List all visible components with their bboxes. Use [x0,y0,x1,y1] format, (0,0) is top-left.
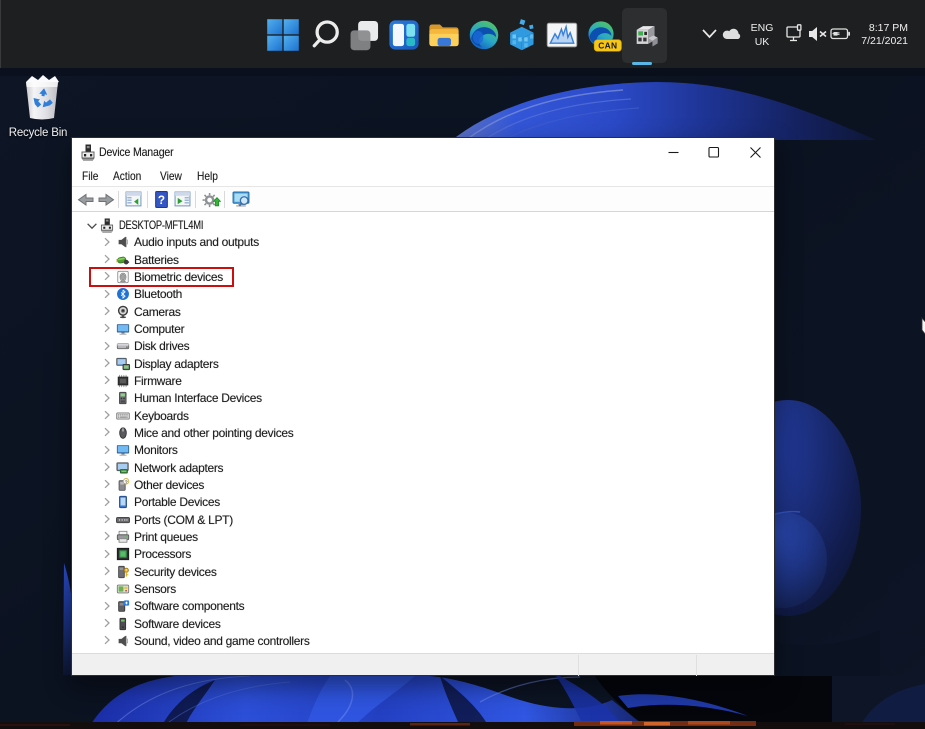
svg-text:?: ? [158,194,165,207]
